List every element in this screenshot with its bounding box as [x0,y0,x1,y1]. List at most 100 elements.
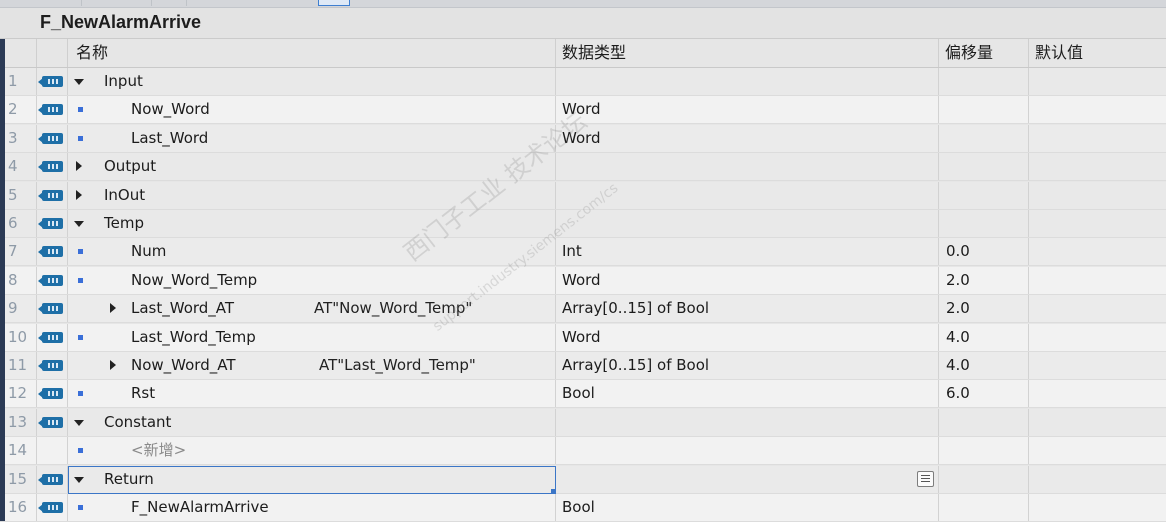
table-row[interactable]: 8 Now_Word_Temp Word 2.0 [0,266,1166,295]
default-value-cell[interactable] [1029,409,1166,436]
row-number: 6 [5,210,37,237]
datatype-cell[interactable]: Bool [556,494,939,521]
header-offset[interactable]: 偏移量 [939,39,1029,67]
row-icon-cell [37,437,68,465]
datatype-cell[interactable]: Word [556,266,939,294]
default-value-cell[interactable] [1029,494,1166,521]
datatype-cell[interactable] [556,68,939,95]
default-value-cell[interactable] [1029,437,1166,464]
datatype-cell[interactable]: Array[0..15] of Bool [556,295,939,323]
default-value-cell[interactable] [1029,380,1166,407]
default-value-cell[interactable] [1029,96,1166,123]
fill-handle[interactable] [551,488,556,494]
row-number: 12 [5,380,37,408]
header-icon [37,39,68,67]
table-row[interactable]: 15 Return [0,465,1166,494]
collapse-arrow-icon[interactable] [74,221,84,227]
name-cell[interactable]: F_NewAlarmArrive [68,494,556,521]
default-value-cell[interactable] [1029,125,1166,152]
datatype-cell[interactable]: Bool [556,380,939,408]
default-value-cell[interactable] [1029,68,1166,95]
param-name: Temp [104,214,144,232]
expand-arrow-icon[interactable] [110,360,116,370]
datatype-cell[interactable] [556,437,939,465]
default-value-cell[interactable] [1029,466,1166,493]
table-row[interactable]: 7 Num Int 0.0 [0,238,1166,267]
name-cell[interactable]: Num [68,238,556,266]
param-name: Input [104,72,143,90]
default-value-cell[interactable] [1029,295,1166,322]
name-cell[interactable]: <新增> [68,437,556,465]
default-value-cell[interactable] [1029,182,1166,209]
header-name[interactable]: 名称 [68,39,556,67]
param-bullet-icon [78,249,83,255]
table-row[interactable]: 1 Input [0,68,1166,96]
table-row[interactable]: 9 Last_Word_AT AT"Now_Word_Temp" Array[0..1… [0,295,1166,324]
default-value-cell[interactable] [1029,267,1166,294]
offset-cell [939,210,1029,237]
collapse-arrow-icon[interactable] [74,79,84,85]
interface-param-icon [38,218,63,229]
row-number: 13 [5,408,37,436]
row-number: 10 [5,323,37,351]
default-value-cell[interactable] [1029,210,1166,237]
datatype-cell[interactable]: Word [556,323,939,351]
name-cell[interactable]: Constant [68,408,556,436]
default-value-cell[interactable] [1029,153,1166,180]
header-default[interactable]: 默认值 [1029,39,1166,67]
param-bullet-icon [78,505,83,510]
param-name: Last_Word_AT [131,299,235,318]
selected-cell-outline [68,465,556,494]
toolbar-tab-handle[interactable] [318,0,350,6]
offset-cell [939,68,1029,95]
offset-cell: 0.0 [939,238,1029,266]
default-value-cell[interactable] [1029,238,1166,265]
at-overlay-text: AT"Last_Word_Temp" [319,356,476,374]
table-row[interactable]: 16 F_NewAlarmArrive Bool [0,494,1166,522]
name-cell[interactable]: Last_Word [68,124,556,152]
param-name: F_NewAlarmArrive [131,498,269,516]
default-value-cell[interactable] [1029,324,1166,351]
collapse-arrow-icon[interactable] [74,419,84,426]
toolbar-divider [80,0,82,6]
row-icon-cell [37,494,68,521]
default-value-cell[interactable] [1029,352,1166,379]
datatype-cell[interactable]: Word [556,124,939,152]
name-cell[interactable]: Input [68,68,556,95]
datatype-cell[interactable] [556,465,939,493]
param-name: Output [104,157,157,176]
table-row[interactable]: 11 Now_Word_AT AT"Last_Word_Temp" Array[0..… [0,352,1166,380]
offset-cell [939,181,1029,209]
datatype-cell[interactable] [556,408,939,436]
top-toolbar-strip [0,0,1166,8]
header-datatype[interactable]: 数据类型 [556,39,939,67]
datatype-cell[interactable]: Word [556,96,939,124]
param-name: Now_Word [131,100,210,119]
name-cell[interactable]: Now_Word_AT AT"Last_Word_Temp" [68,352,556,379]
expand-arrow-icon[interactable] [76,161,82,172]
datatype-cell[interactable]: Int [556,238,939,266]
offset-cell [939,124,1029,152]
block-title: F_NewAlarmArrive [40,12,202,32]
datatype-list-button[interactable] [917,470,934,487]
table-row[interactable]: 14 <新增> [0,437,1166,466]
param-name: Now_Word_Temp [131,270,258,289]
expand-arrow-icon[interactable] [76,189,82,200]
table-row[interactable]: 4 Output [0,153,1166,182]
param-bullet-icon [78,334,83,340]
table-row[interactable]: 13 Constant [0,408,1166,437]
datatype-cell[interactable] [556,153,939,181]
row-number: 2 [5,96,37,124]
expand-arrow-icon[interactable] [110,303,116,314]
datatype-cell[interactable] [556,210,939,237]
row-icon-cell [37,96,68,124]
row-icon-cell [37,295,68,323]
table-row[interactable]: 12 Rst Bool 6.0 [0,380,1166,409]
header-row-number [5,39,37,67]
name-cell[interactable]: Now_Word [68,96,556,124]
interface-param-icon [38,502,63,513]
name-cell[interactable]: Rst [68,380,556,408]
name-cell[interactable]: Last_Word_Temp [68,323,556,351]
table-row[interactable]: 10 Last_Word_Temp Word 4.0 [0,323,1166,352]
datatype-cell[interactable]: Array[0..15] of Bool [556,352,939,379]
